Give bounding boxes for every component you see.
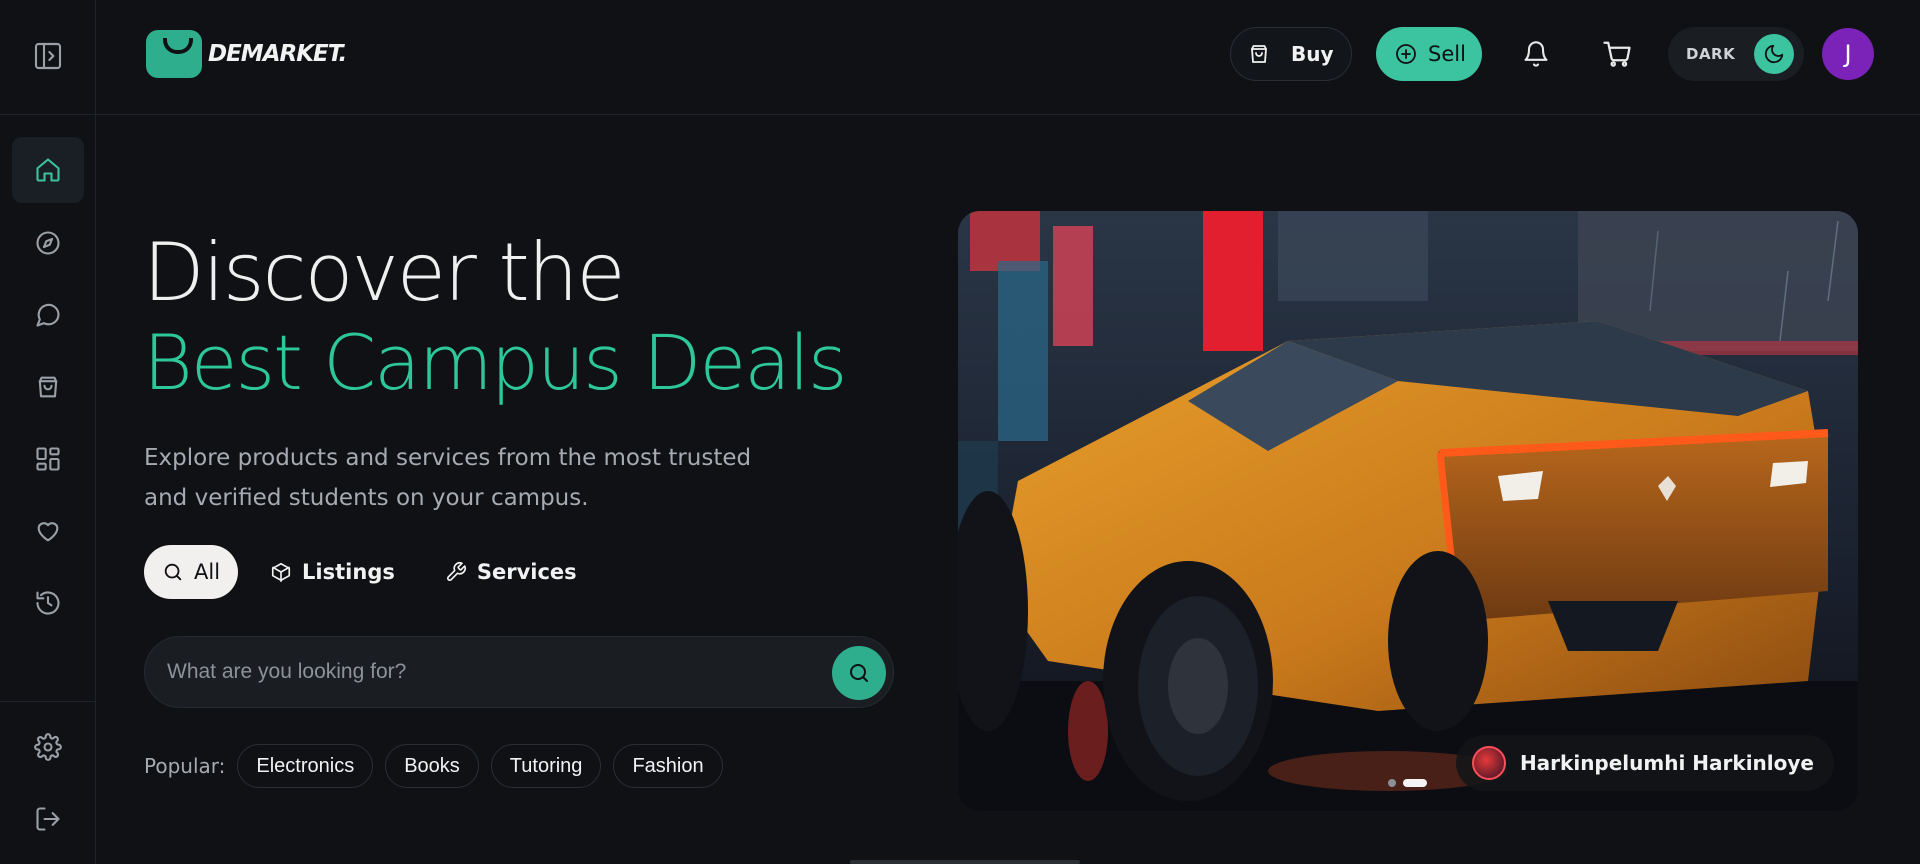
sidebar (0, 0, 96, 864)
history-icon (36, 591, 60, 615)
shopping-bag-icon (1251, 45, 1267, 63)
cart-icon (1603, 41, 1631, 67)
carousel-image (958, 211, 1858, 811)
buy-button-label: Buy (1291, 42, 1334, 66)
search-input[interactable] (167, 637, 807, 707)
sidebar-divider (0, 114, 96, 115)
popular-chip-tutoring[interactable]: Tutoring (490, 744, 602, 788)
popular-label: Popular: (144, 754, 226, 778)
hero-carousel[interactable]: Harkinpelumhi Harkinloye (958, 211, 1858, 811)
tab-label: Services (476, 560, 577, 584)
chat-icon (36, 303, 60, 327)
popular-chip-books[interactable]: Books (385, 744, 479, 788)
sidebar-item-home[interactable] (12, 137, 84, 203)
search-bar (144, 636, 894, 708)
search-icon (164, 563, 182, 581)
sidebar-item-logout[interactable] (12, 786, 84, 852)
bag-logo-icon (146, 30, 202, 78)
carousel-dot[interactable] (1388, 779, 1396, 787)
author-badge[interactable]: Harkinpelumhi Harkinloye (1455, 735, 1834, 791)
search-type-tabs: All Listings Services (144, 545, 595, 599)
author-avatar (1471, 746, 1506, 780)
sidebar-item-messages[interactable] (12, 282, 84, 348)
brand-name: DEMARKET. (208, 41, 347, 67)
cart-button[interactable] (1597, 34, 1637, 74)
popular-chip-fashion[interactable]: Fashion (613, 744, 723, 788)
hero-title-line2: Best Campus Deals (143, 318, 847, 407)
sidebar-item-favorites[interactable] (12, 498, 84, 564)
box-icon (271, 562, 291, 582)
sidebar-item-orders[interactable] (12, 354, 84, 420)
carousel-dot-active[interactable] (1403, 779, 1427, 787)
sidebar-item-settings[interactable] (12, 714, 84, 780)
sell-button[interactable]: Sell (1376, 27, 1482, 81)
sidebar-toggle-button[interactable] (28, 36, 68, 76)
tab-label: All (194, 560, 221, 584)
user-avatar[interactable]: J (1822, 28, 1874, 80)
tab-label: Listings (302, 560, 395, 584)
moon-icon (1764, 44, 1784, 64)
home-icon (36, 158, 60, 182)
logout-icon (36, 807, 60, 831)
theme-label: DARK (1686, 45, 1736, 63)
top-header: DEMARKET. Buy Sell DARK J (96, 0, 1920, 115)
bell-icon (1524, 41, 1548, 67)
sidebar-item-history[interactable] (12, 570, 84, 636)
theme-toggle[interactable]: DARK (1668, 27, 1804, 81)
hero-description: Explore products and services from the m… (144, 445, 752, 511)
tab-all[interactable]: All (144, 545, 239, 599)
shopping-bag-icon (38, 376, 58, 398)
sidebar-item-explore[interactable] (12, 210, 84, 276)
brand-logo[interactable]: DEMARKET. (146, 30, 347, 78)
hero-title-line1: Discover the (143, 226, 626, 319)
gear-icon (34, 733, 62, 761)
popular-chip-electronics[interactable]: Electronics (237, 744, 374, 788)
sidebar-panel-icon (34, 42, 62, 70)
author-name: Harkinpelumhi Harkinloye (1519, 751, 1814, 775)
theme-knob (1754, 34, 1794, 74)
search-button[interactable] (832, 646, 886, 700)
grid-icon (36, 447, 60, 471)
compass-icon (36, 231, 60, 255)
sidebar-item-dashboard[interactable] (12, 426, 84, 492)
tab-services[interactable]: Services (427, 545, 595, 599)
carousel-pagination (1388, 779, 1427, 787)
notifications-button[interactable] (1516, 34, 1556, 74)
buy-button[interactable]: Buy (1230, 27, 1352, 81)
sidebar-divider (0, 701, 96, 702)
tab-listings[interactable]: Listings (252, 545, 413, 599)
sell-button-label: Sell (1428, 42, 1466, 66)
popular-tags: Popular: Electronics Books Tutoring Fash… (144, 744, 723, 788)
heart-icon (37, 522, 59, 542)
wrench-icon (446, 562, 466, 581)
scroll-indicator (850, 860, 1080, 864)
search-icon (850, 664, 868, 682)
plus-circle-icon (1396, 44, 1416, 64)
